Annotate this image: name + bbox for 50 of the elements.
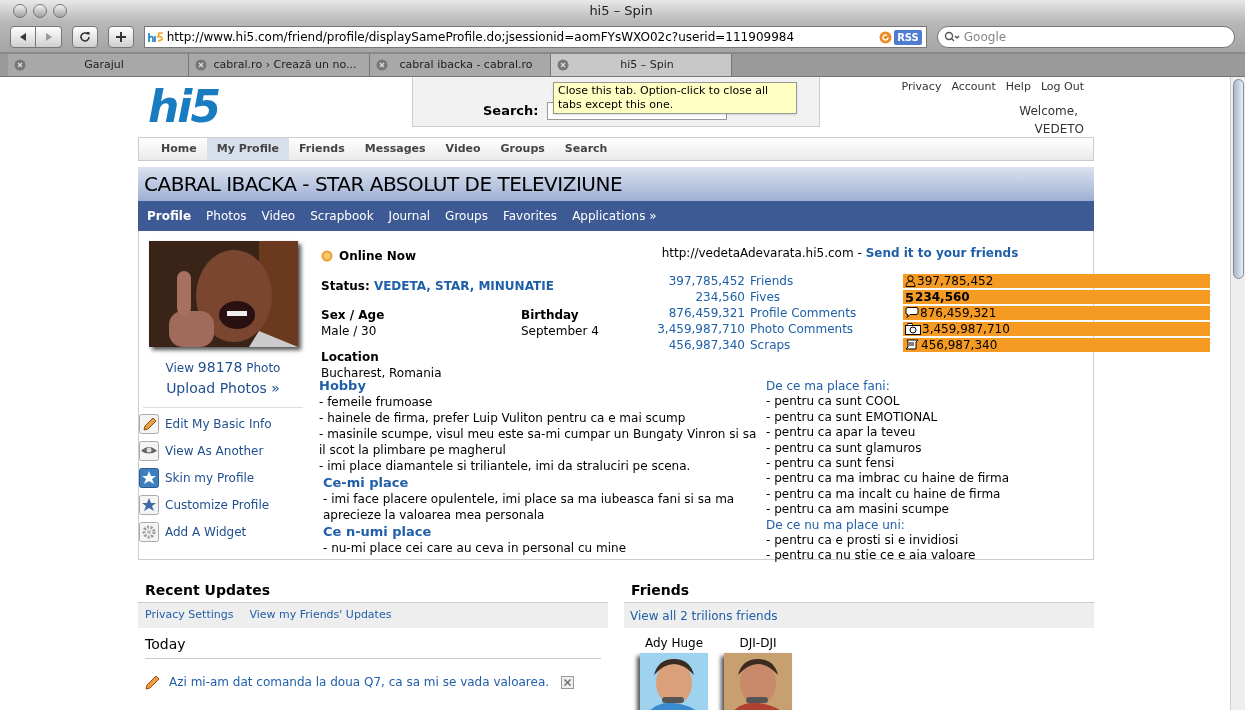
fives-icon: 5 bbox=[905, 290, 915, 304]
section-heading: De ce nu ma place uni: bbox=[766, 517, 906, 534]
tooltip: Close this tab. Option-click to close all tabs except this one. bbox=[553, 82, 797, 114]
online-status: Online Now bbox=[339, 248, 417, 265]
stat-count: 397,785,452 bbox=[667, 273, 745, 289]
status-text: Status: VEDETA, STAR, MINUNATIE bbox=[321, 279, 554, 293]
window-title: hi5 – Spin bbox=[589, 2, 653, 21]
section-line: - pentru ca am masini scumpe bbox=[766, 502, 950, 518]
field-label: Sex / Age bbox=[321, 307, 386, 323]
section-heading: Ce n-umi place bbox=[322, 524, 433, 540]
field-label: Location bbox=[321, 349, 380, 365]
field-value: Male / 30 bbox=[321, 323, 378, 339]
section-heading: De ce ma place fani: bbox=[766, 379, 891, 395]
section-title: Friends bbox=[630, 581, 691, 600]
section-line: - pentru ca ma imbrac cu haine de firma bbox=[766, 471, 1011, 487]
welcome-text: Welcome, bbox=[1019, 102, 1078, 120]
section-line: - imi face placere opulentele, imi place sa ma iubeasca fani si sa ma aprecieze la valoarea mea personala bbox=[322, 491, 736, 523]
section-title: Recent Updates bbox=[144, 581, 271, 600]
section-line: - pentru ca ma incalt cu haine de firma bbox=[766, 486, 1002, 503]
section-line: - femeile frumoase bbox=[319, 394, 434, 410]
section-line: - masinile scumpe, visul meu este sa-mi cumpar un Bungaty Vinron si sa il scot la plimbare pe magherul bbox=[319, 426, 758, 458]
section-line: - pentru ca apar la teveu bbox=[766, 425, 917, 441]
stat-bar: 456,987,340 bbox=[903, 338, 1210, 352]
day-heading: Today bbox=[145, 634, 601, 659]
section-line: - pentru ca e prosti si e invidiosi bbox=[766, 533, 960, 549]
profile-url: http://vedetaAdevarata.hi5.com - bbox=[661, 246, 862, 260]
address-text: http://www.hi5.com/friend/profile/displaySameProfile.do;jsessionid=aomFYsWXO02c?userid=111909984 bbox=[166, 29, 796, 46]
stat-bar: 3,459,987,710 bbox=[903, 322, 1210, 336]
section-line: - nu-mi place cei care au ceva in personal cu mine bbox=[322, 540, 627, 556]
stat-count: 234,560 bbox=[694, 289, 745, 305]
stat-count: 876,459,321 bbox=[667, 305, 745, 321]
field-value: Bucharest, Romania bbox=[321, 365, 443, 380]
section-line: - hainele de firma, prefer Luip Vuliton pentru ca e mai scump bbox=[319, 410, 687, 426]
stat-bar: 397,785,452 bbox=[903, 274, 1210, 288]
section-heading: Ce-mi place bbox=[322, 475, 410, 491]
section-line: - pentru ca sunt glamuros bbox=[766, 440, 923, 457]
stat-bar: 876,459,321 bbox=[903, 306, 1210, 320]
section-line: - pentru ca sunt EMOTIONAL bbox=[766, 409, 939, 426]
section-line: - pentru ca sunt COOL bbox=[766, 394, 901, 410]
stat-bar: 5 234,560 bbox=[903, 290, 1210, 304]
section-line: - pentru ca nu stie ce e aia valoare bbox=[766, 548, 977, 564]
section-line: - imi place diamantele si triliantele, imi da straluciri pe scena. bbox=[319, 458, 692, 474]
section-heading: Hobby bbox=[319, 378, 367, 394]
field-value: September 4 bbox=[521, 323, 600, 339]
section-line: - pentru ca sunt fensi bbox=[766, 456, 896, 472]
search-label: Search: bbox=[483, 101, 539, 120]
profile-title: CABRAL IBACKA - STAR ABSOLUT DE TELEVIZIUNE bbox=[144, 171, 622, 198]
stat-count: 3,459,987,710 bbox=[656, 321, 745, 337]
stat-count: 456,987,340 bbox=[667, 337, 745, 353]
field-label: Birthday bbox=[521, 307, 580, 323]
